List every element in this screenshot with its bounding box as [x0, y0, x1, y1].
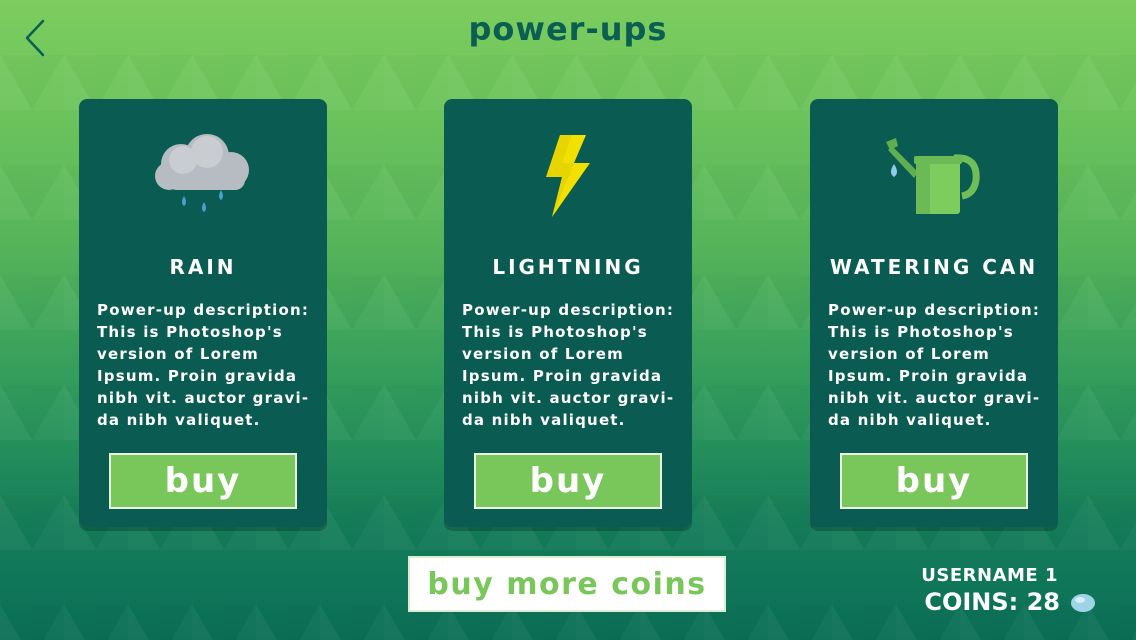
coins-label: COINS: 28	[924, 588, 1060, 616]
water-drop-coin-icon	[1070, 592, 1096, 612]
powerup-card-rain: RAIN Power-up description: This is Photo…	[79, 99, 327, 527]
lightning-bolt-icon	[444, 131, 692, 221]
coins-balance: COINS: 28	[921, 588, 1096, 616]
powerup-name: WATERING CAN	[829, 255, 1039, 279]
powerup-name: LIGHTNING	[492, 255, 644, 279]
powerup-name: RAIN	[169, 255, 237, 279]
page-title: power-ups	[468, 10, 668, 48]
rain-cloud-icon	[79, 131, 327, 221]
powerup-description: Power-up description: This is Photoshop'…	[97, 301, 310, 429]
powerup-description: Power-up description: This is Photoshop'…	[462, 301, 675, 429]
buy-button-lightning[interactable]: buy	[474, 453, 662, 509]
powerup-description: Power-up description: This is Photoshop'…	[828, 301, 1041, 429]
username: USERNAME 1	[921, 565, 1058, 586]
user-info: USERNAME 1 COINS: 28	[921, 565, 1096, 616]
powerup-card-watering-can: WATERING CAN Power-up description: This …	[810, 99, 1058, 527]
buy-button-rain[interactable]: buy	[109, 453, 297, 509]
watering-can-icon	[810, 131, 1058, 221]
buy-button-watering-can[interactable]: buy	[840, 453, 1028, 509]
buy-more-coins-button[interactable]: buy more coins	[408, 556, 726, 612]
powerup-card-lightning: LIGHTNING Power-up description: This is …	[444, 99, 692, 527]
